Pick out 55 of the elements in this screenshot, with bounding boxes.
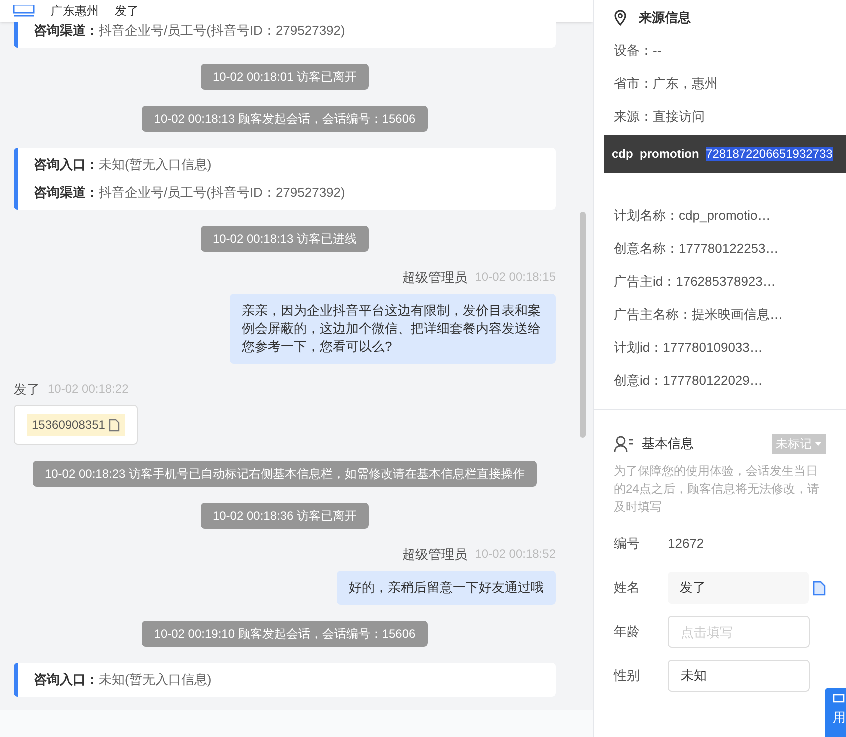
name-field: 发了 — [668, 572, 810, 604]
phone-number: 15360908351 — [32, 417, 106, 434]
sender-name: 超级管理员 — [402, 269, 468, 287]
sender-name: 超级管理员 — [402, 546, 468, 564]
field-label: 年龄 — [614, 623, 641, 642]
field-label: 咨询渠道： — [34, 185, 99, 200]
notice-text: 为了保障您的使用体验，会话发生当日的24点之后，顾客信息将无法修改，请及时填写 — [614, 463, 820, 516]
message-time: 10-02 00:18:15 — [475, 269, 556, 286]
info-row-text: 计划名称：cdp_promotio… — [614, 206, 771, 225]
input-field[interactable]: 未知 — [668, 660, 810, 692]
visitor-location: 广东惠州 — [51, 3, 99, 20]
field-label: 咨询渠道： — [34, 23, 99, 38]
field-label: 咨询入口： — [34, 157, 99, 172]
caret-icon — [815, 442, 822, 446]
field-value: 未知(暂无入口信息) — [99, 157, 212, 172]
system-notice: 10-02 00:18:23 访客手机号已自动标记右侧基本信息栏，如需修改请在基本信息栏直接操作 — [32, 461, 538, 487]
info-row-text: 广告主名称：提米映画信息… — [614, 306, 783, 324]
selected-text: 7281872206651932733 — [706, 147, 833, 161]
system-notice: 10-02 00:18:36 访客已离开 — [200, 503, 370, 529]
info-row-text: 创意id：177780122029… — [614, 372, 763, 390]
copy-icon[interactable] — [813, 580, 826, 596]
message-bubble: 亲亲，因为企业抖音平台这边有限制，发价目表和案例会屏蔽的，这边加个微信、把详细套餐内容发送给您参考一下，您看可以么? — [230, 294, 556, 364]
section-title: 来源信息 — [639, 9, 691, 28]
system-notice: 10-02 00:18:01 访客已离开 — [200, 64, 370, 90]
info-row-text: 省市：广东，惠州 — [614, 74, 718, 93]
tooltip-text: cdp_promotion_ — [612, 147, 706, 161]
field-label: 姓名 — [614, 579, 641, 598]
info-row-text: 计划id：177780109033… — [614, 338, 763, 357]
visitor-name: 发了 — [115, 3, 139, 20]
monitor-icon — [13, 5, 35, 17]
info-row-text: 设备：-- — [614, 42, 662, 60]
chat-icon — [833, 694, 845, 704]
field-value: 未知(暂无入口信息) — [99, 672, 212, 686]
message-time: 10-02 00:18:22 — [48, 380, 129, 398]
floating-help-button[interactable]: 用 — [825, 688, 846, 737]
field-label: 编号 — [614, 535, 641, 554]
message-time: 10-02 00:18:52 — [475, 546, 556, 563]
info-row-text: 广告主id：176285378923… — [614, 272, 776, 291]
sender-name: 发了 — [14, 380, 40, 398]
message-bubble: 好的，亲稍后留意一下好友通过哦 — [337, 570, 556, 604]
field-value: 12672 — [668, 535, 704, 554]
field-value: 抖音企业号/员工号(抖音号ID：279527392) — [99, 23, 346, 38]
field-value: 抖音企业号/员工号(抖音号ID：279527392) — [99, 185, 346, 200]
system-notice: 10-02 00:18:13 访客已进线 — [200, 226, 370, 252]
system-notice: 10-02 00:18:13 顾客发起会话，会话编号：15606 — [142, 106, 428, 132]
person-list-icon — [614, 435, 634, 453]
scrollbar[interactable] — [580, 212, 586, 438]
info-row-text: 创意名称：177780122253… — [614, 240, 779, 258]
location-pin-icon — [614, 10, 627, 26]
field-label: 咨询入口： — [34, 672, 99, 686]
copy-icon[interactable] — [109, 418, 120, 432]
field-label: 性别 — [614, 667, 641, 686]
system-notice: 10-02 00:19:10 顾客发起会话，会话编号：15606 — [142, 620, 428, 646]
section-title: 基本信息 — [642, 435, 694, 454]
info-row-text: 来源：直接访问 — [614, 108, 705, 126]
